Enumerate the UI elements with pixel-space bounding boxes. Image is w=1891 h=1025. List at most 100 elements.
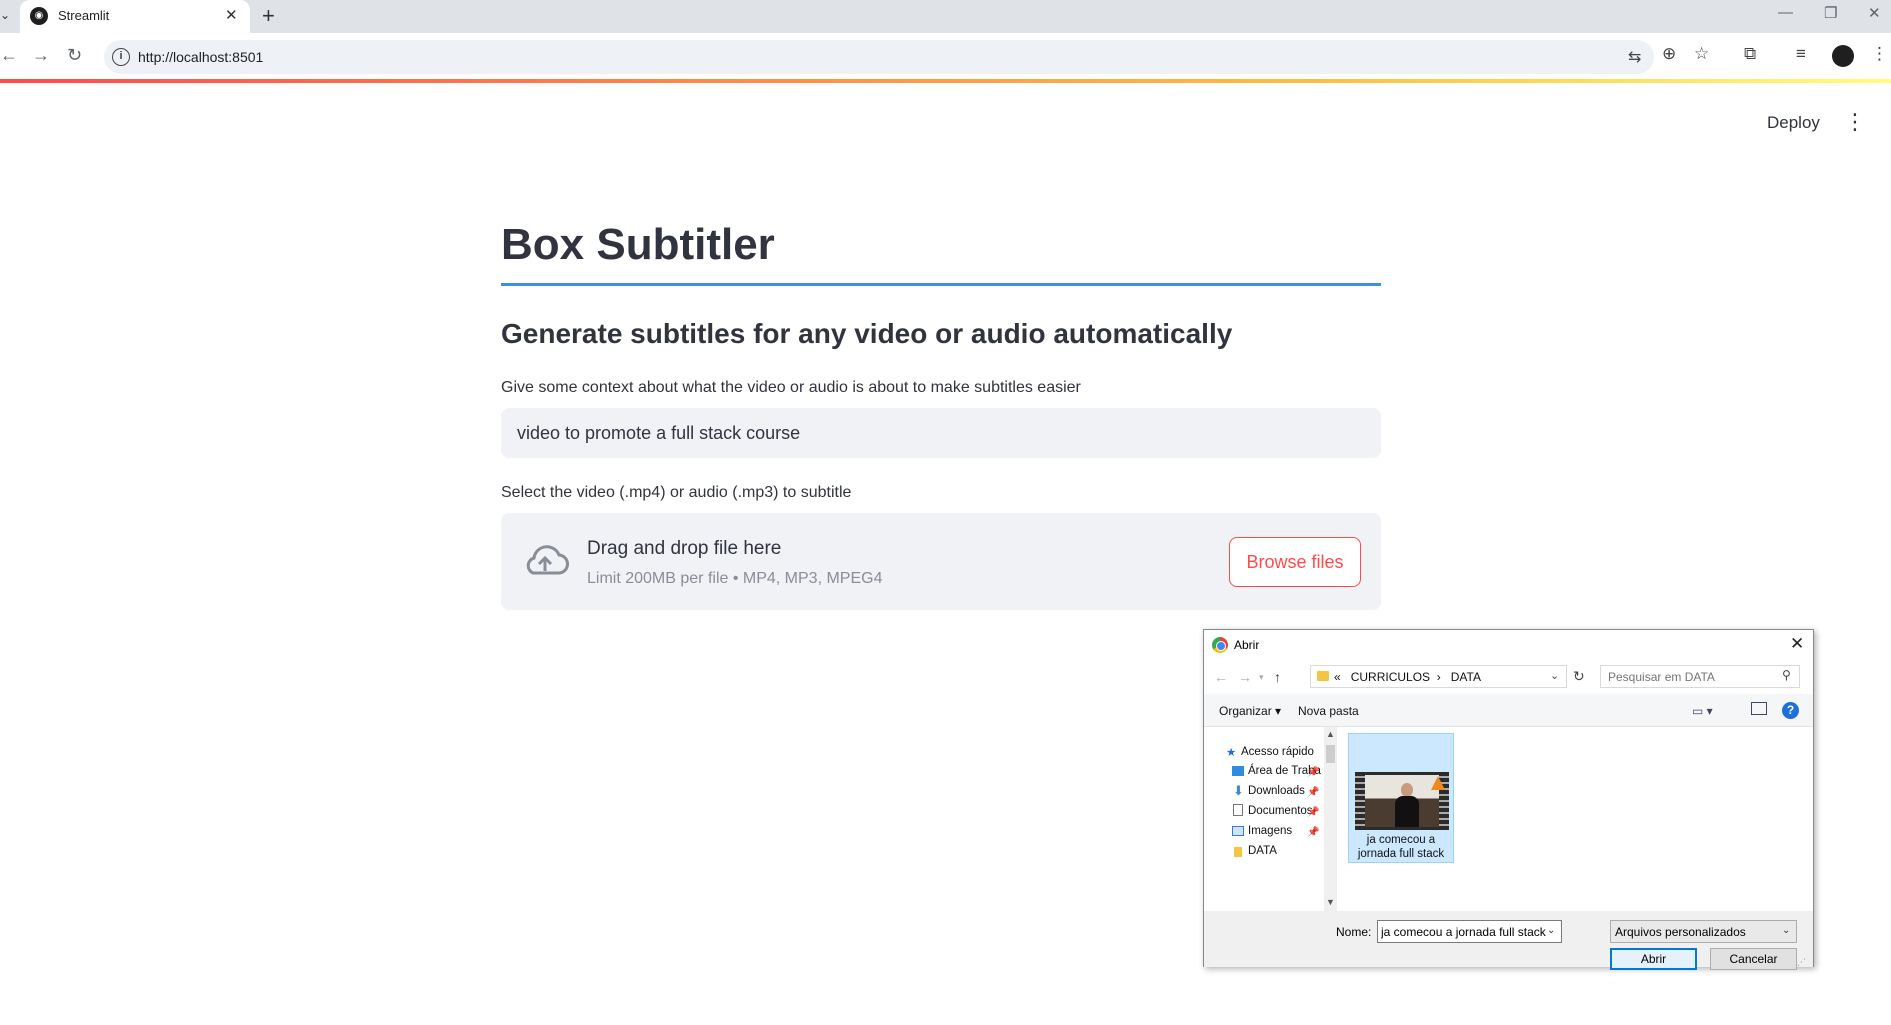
dialog-address-bar[interactable]: « CURRICULOS › DATA ⌄ (1310, 665, 1567, 688)
scrollbar-thumb[interactable] (1326, 745, 1335, 763)
breadcrumb: « CURRICULOS › DATA (1334, 670, 1481, 684)
dialog-forward-icon[interactable]: → (1238, 669, 1252, 685)
dialog-refresh-icon[interactable]: ↻ (1573, 668, 1585, 685)
back-icon[interactable]: ← (0, 45, 18, 66)
file-item[interactable]: ja comecou a jornada full stack (1348, 733, 1454, 863)
bookmark-star-icon[interactable]: ☆ (1694, 44, 1709, 64)
browser-tabbar: ⌄ ◉ Streamlit ✕ + — ❐ ✕ (0, 0, 1891, 33)
name-dropdown-icon[interactable]: ⌄ (1547, 925, 1555, 936)
downloads-icon: ⬇ (1233, 783, 1244, 798)
window-close-icon[interactable]: ✕ (1868, 4, 1881, 22)
view-options-icon[interactable]: ▭ ▾ (1692, 704, 1713, 718)
open-file-dialog: Abrir ✕ ← → ▾ ↑ « CURRICULOS › DATA ⌄ ↻ … (1203, 629, 1814, 970)
tab-search-icon[interactable]: ⌄ (0, 8, 10, 22)
reload-icon[interactable]: ↻ (67, 45, 82, 66)
zoom-icon[interactable]: ⊕ (1662, 44, 1676, 64)
dialog-close-icon[interactable]: ✕ (1790, 634, 1804, 654)
page-subheader: Generate subtitles for any video or audi… (501, 318, 1233, 349)
nav-images[interactable]: Imagens (1248, 825, 1292, 837)
deploy-button[interactable]: Deploy (1767, 113, 1820, 133)
address-dropdown-icon[interactable]: ⌄ (1550, 669, 1559, 682)
browse-files-button[interactable]: Browse files (1229, 537, 1361, 587)
desktop-icon (1232, 766, 1244, 776)
dialog-command-bar: Organizar ▾ Nova pasta ▭ ▾ ? (1204, 694, 1813, 727)
filmstrip-left (1355, 772, 1365, 830)
cancel-button[interactable]: Cancelar (1710, 948, 1797, 970)
nav-documents[interactable]: Documentos (1248, 805, 1313, 817)
quick-access-star-icon: ★ (1226, 747, 1237, 759)
name-label: Nome: (1336, 925, 1372, 939)
forward-icon[interactable]: → (32, 45, 50, 66)
pin-icon: 📌 (1307, 767, 1320, 778)
person-head (1401, 783, 1413, 797)
cloud-upload-icon (526, 545, 569, 575)
minimize-icon[interactable]: — (1778, 4, 1793, 21)
dialog-search-icon: ⚲ (1782, 668, 1791, 682)
new-folder-button[interactable]: Nova pasta (1298, 704, 1359, 718)
streamlit-header-decoration (0, 79, 1891, 83)
nav-quick-access[interactable]: Acesso rápido (1241, 746, 1314, 758)
tab-edge: ⌄ (0, 0, 18, 33)
folder-icon (1317, 671, 1329, 681)
chrome-icon (1212, 637, 1228, 653)
file-dropzone[interactable]: Drag and drop file here Limit 200MB per … (501, 513, 1381, 610)
page-title: Box Subtitler (501, 220, 775, 269)
site-info-icon[interactable]: i (112, 48, 130, 66)
breadcrumb-overflow[interactable]: « (1334, 670, 1341, 684)
address-bar[interactable]: i http://localhost:8501 ⇆ (104, 40, 1654, 74)
dialog-back-icon[interactable]: ← (1214, 669, 1228, 685)
file-name-input[interactable] (1377, 920, 1562, 943)
person-in-video (1395, 783, 1419, 827)
dialog-nav-pane: ★ Acesso rápido Área de Traba 📌 ⬇ Downlo… (1204, 727, 1324, 911)
dialog-up-icon[interactable]: ↑ (1274, 669, 1281, 685)
file-name: ja comecou a jornada full stack (1357, 834, 1445, 860)
breadcrumb-curriculos[interactable]: CURRICULOS (1351, 670, 1430, 684)
tab-close-icon[interactable]: ✕ (225, 6, 238, 24)
breadcrumb-data[interactable]: DATA (1451, 670, 1481, 684)
pin-icon: 📌 (1307, 787, 1320, 798)
open-button[interactable]: Abrir (1610, 948, 1697, 970)
profile-avatar[interactable] (1832, 45, 1854, 67)
person-body (1395, 796, 1419, 827)
pin-icon: 📌 (1307, 807, 1320, 818)
new-tab-icon[interactable]: + (262, 3, 275, 29)
dialog-file-list: ja comecou a jornada full stack (1337, 727, 1813, 911)
dialog-titlebar[interactable]: Abrir ✕ (1204, 630, 1813, 660)
nav-data-folder[interactable]: DATA (1248, 845, 1277, 857)
resize-grip-icon[interactable]: ⋰ (1797, 957, 1806, 968)
help-icon[interactable]: ? (1782, 702, 1799, 719)
app-menu-icon[interactable]: ⋮ (1844, 111, 1866, 133)
scroll-up-icon[interactable]: ▲ (1326, 729, 1335, 739)
context-input[interactable] (501, 408, 1381, 458)
file-type-dropdown-icon[interactable]: ⌄ (1782, 925, 1790, 936)
file-type-select[interactable]: Arquivos personalizados (1610, 920, 1797, 943)
preview-pane-icon[interactable] (1751, 702, 1767, 715)
media-control-icon[interactable]: ≡ (1796, 44, 1806, 64)
file-type-value: Arquivos personalizados (1615, 925, 1746, 939)
nav-pane-scrollbar[interactable]: ▲ ▼ (1324, 727, 1337, 911)
dropzone-title: Drag and drop file here (587, 538, 782, 559)
chrome-menu-icon[interactable]: ⋮ (1871, 44, 1888, 64)
extensions-icon[interactable]: ⧉ (1744, 44, 1756, 64)
folder-icon (1234, 847, 1242, 857)
context-label: Give some context about what the video o… (501, 379, 1081, 396)
translate-icon[interactable]: ⇆ (1628, 47, 1641, 67)
dialog-nav-row: ← → ▾ ↑ « CURRICULOS › DATA ⌄ ↻ ⚲ (1204, 660, 1813, 694)
dropzone-limit: Limit 200MB per file • MP4, MP3, MPEG4 (587, 570, 883, 587)
url-text[interactable]: http://localhost:8501 (138, 49, 263, 65)
video-frame (1365, 775, 1439, 827)
vlc-icon (1431, 776, 1445, 790)
images-icon (1232, 826, 1244, 836)
dialog-search-input[interactable] (1600, 665, 1800, 688)
restore-icon[interactable]: ❐ (1824, 4, 1837, 22)
organize-menu[interactable]: Organizar ▾ (1219, 704, 1281, 718)
dialog-recent-icon[interactable]: ▾ (1259, 672, 1264, 683)
title-divider (501, 283, 1381, 286)
nav-downloads[interactable]: Downloads (1248, 785, 1305, 797)
scroll-down-icon[interactable]: ▼ (1326, 897, 1335, 907)
streamlit-favicon-icon: ◉ (30, 7, 48, 25)
browser-tab[interactable]: ◉ Streamlit ✕ (20, 0, 250, 33)
tab-title: Streamlit (58, 8, 110, 23)
dialog-title: Abrir (1234, 638, 1260, 652)
browser-toolbar: ← → ↻ i http://localhost:8501 ⇆ ⊕ ☆ ⧉ ≡ … (0, 33, 1891, 80)
